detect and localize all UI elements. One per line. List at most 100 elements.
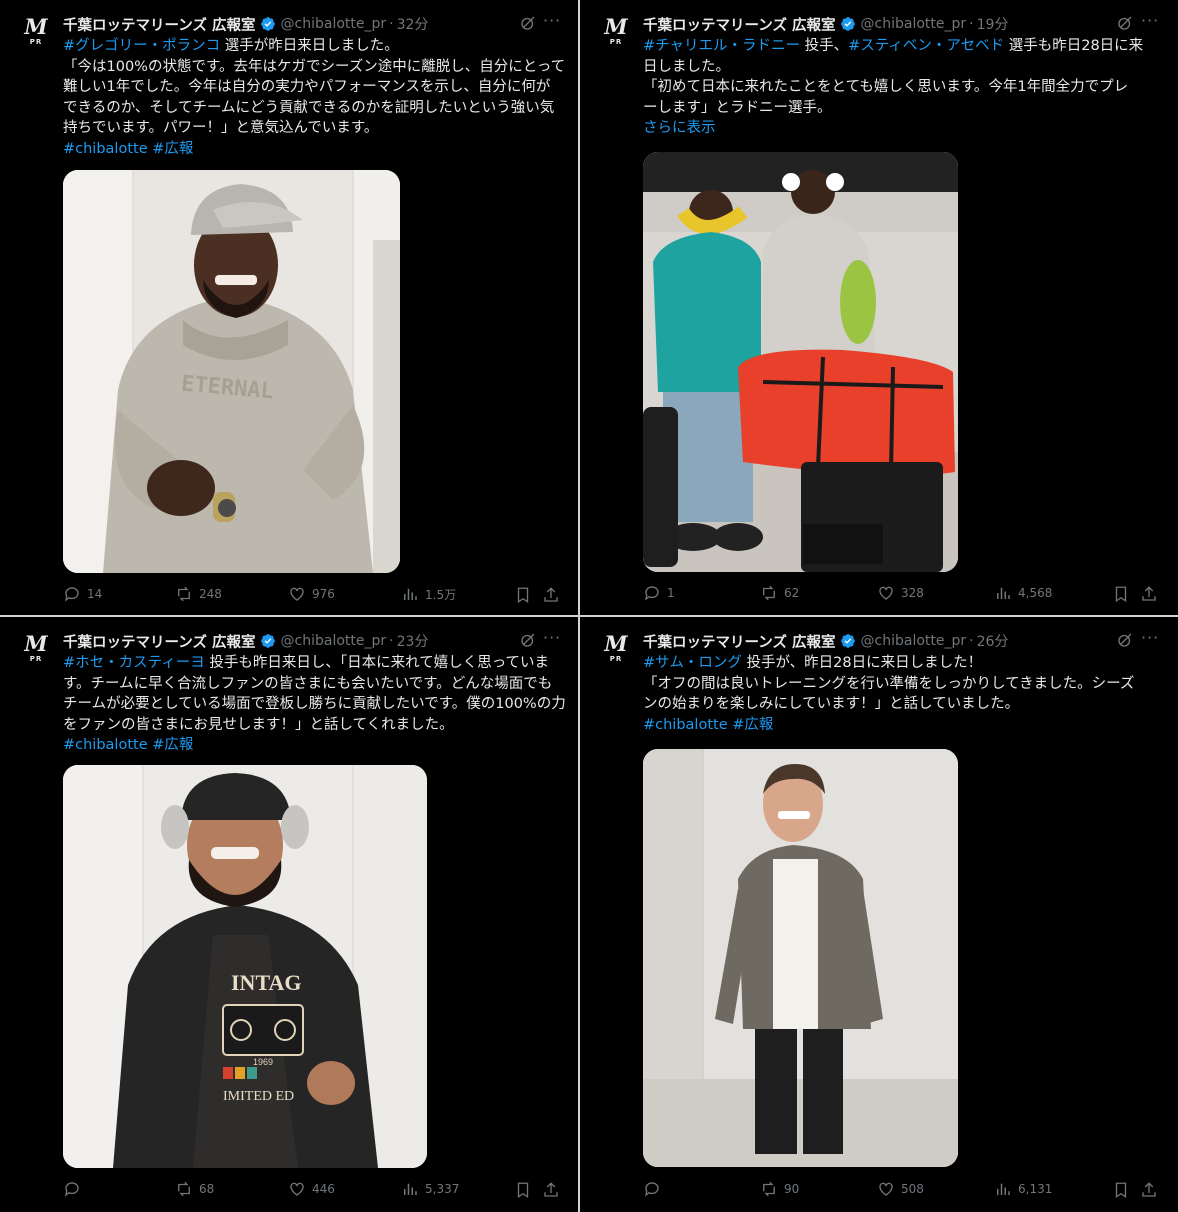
grok-icon[interactable]	[519, 631, 537, 649]
avatar-logo-sub: PR	[29, 38, 43, 46]
reply-icon	[644, 586, 659, 601]
tweet-text-segment: 投手も昨日来日し、「日本に来れて嬉しく思っていま	[204, 655, 549, 671]
tweet-card[interactable]: M PR 千葉ロッテマリーンズ 広報室 @chibalotte_pr · 26分…	[580, 617, 1178, 1212]
share-icon[interactable]	[542, 586, 560, 604]
display-name[interactable]: 千葉ロッテマリーンズ 広報室	[63, 631, 256, 652]
share-icon[interactable]	[542, 1181, 560, 1199]
like-button[interactable]: 328	[877, 584, 924, 602]
repost-count: 62	[784, 586, 800, 600]
views-button[interactable]: 4,568	[994, 584, 1052, 602]
timestamp[interactable]: 32分	[397, 14, 429, 34]
reply-button[interactable]	[643, 1180, 667, 1198]
hashtag-link[interactable]: #chibalotte	[643, 717, 728, 733]
tweet-text-line: をファンの皆さまにお見せします！」と話してくれました。	[63, 715, 566, 736]
hashtag-link[interactable]: #広報	[732, 717, 773, 733]
bookmark-icon[interactable]	[514, 1181, 532, 1199]
bookmark-icon[interactable]	[1112, 585, 1130, 603]
reply-button[interactable]: 14	[63, 585, 102, 603]
views-button[interactable]: 6,131	[994, 1180, 1052, 1198]
tweet-text-line: 持ちでいます。パワー！」と意気込んでいます。	[63, 118, 565, 139]
tweet-card[interactable]: M PR 千葉ロッテマリーンズ 広報室 @chibalotte_pr · 32分…	[0, 0, 578, 615]
reply-button[interactable]	[63, 1180, 87, 1198]
tweet-text-segment: ーします」とラドニー選手。	[643, 99, 832, 116]
tweet-text-line: 「オフの間は良いトレーニングを行い準備をしっかりしてきました。シーズ	[643, 674, 1134, 695]
more-icon[interactable]: ···	[543, 630, 563, 650]
timestamp[interactable]: 26分	[977, 631, 1009, 651]
tweet-photo[interactable]	[643, 749, 958, 1167]
grok-icon[interactable]	[519, 14, 537, 32]
tweet-photo[interactable]	[643, 152, 958, 572]
reply-button[interactable]: 1	[643, 584, 675, 602]
hashtag-link[interactable]: #サム・ロング	[643, 655, 742, 671]
tweet-photo[interactable]: INTAG 1969 IMITED ED	[63, 765, 427, 1168]
more-icon[interactable]: ···	[543, 13, 563, 33]
tweet-header: 千葉ロッテマリーンズ 広報室 @chibalotte_pr · 23分	[63, 630, 428, 652]
avatar-logo-sub: PR	[609, 655, 623, 663]
hashtag-link[interactable]: #広報	[152, 141, 193, 157]
tweet-text-line: #グレゴリー・ポランコ 選手が昨日来日しました。	[63, 36, 565, 57]
hashtag-link[interactable]: #広報	[152, 737, 193, 753]
display-name[interactable]: 千葉ロッテマリーンズ 広報室	[643, 631, 836, 652]
like-button[interactable]: 976	[288, 585, 335, 603]
like-button[interactable]: 446	[288, 1180, 335, 1198]
share-icon[interactable]	[1140, 1181, 1158, 1199]
tweet-text-line: できるのか、そしてチームにどう貢献できるのかを証明したいという強い気	[63, 98, 565, 119]
grok-icon[interactable]	[1116, 631, 1134, 649]
tweet-text-segment: 持ちでいます。パワー！」と意気込んでいます。	[63, 120, 379, 136]
repost-button[interactable]: 248	[175, 585, 222, 603]
tweet-card[interactable]: M PR 千葉ロッテマリーンズ 広報室 @chibalotte_pr · 19分…	[580, 0, 1178, 615]
tweet-text-segment: 「オフの間は良いトレーニングを行い準備をしっかりしてきました。シーズ	[643, 675, 1135, 692]
handle[interactable]: @chibalotte_pr	[281, 633, 387, 649]
tweet-header: 千葉ロッテマリーンズ 広報室 @chibalotte_pr · 32分	[63, 13, 428, 35]
hashtag-link[interactable]: #ホセ・カスティーヨ	[63, 655, 205, 671]
timestamp[interactable]: 19分	[977, 14, 1009, 34]
tweet-text-segment: ンの始まりを楽しみにしています！」と話していました。	[643, 696, 1020, 712]
views-icon	[997, 587, 1010, 599]
repost-icon	[763, 1181, 775, 1197]
hashtag-link[interactable]: #チャリエル・ラドニー	[643, 38, 800, 54]
grok-icon[interactable]	[1116, 14, 1134, 32]
repost-button[interactable]: 90	[760, 1180, 799, 1198]
views-icon	[997, 1183, 1010, 1195]
tweet-text-segment: 選手が昨日来日しました。	[220, 38, 399, 54]
hashtag-link[interactable]: #chibalotte	[63, 737, 148, 753]
timestamp[interactable]: 23分	[397, 631, 429, 651]
hashtag-link[interactable]: #グレゴリー・ポランコ	[63, 38, 220, 54]
tweet-text-line: 「今は100%の状態です。去年はケガでシーズン途中に離脱し、自分にとって	[63, 57, 565, 78]
tweet-text-line: #チャリエル・ラドニー 投手、#スティベン・アセベド 選手も昨日28日に来	[643, 36, 1143, 57]
repost-button[interactable]: 68	[175, 1180, 214, 1198]
tweet-text: #チャリエル・ラドニー 投手、#スティベン・アセベド 選手も昨日28日に来 日しま…	[643, 36, 1143, 139]
show-more-link[interactable]: さらに表示	[643, 120, 716, 136]
avatar[interactable]: M PR	[598, 14, 634, 50]
bookmark-icon[interactable]	[514, 586, 532, 604]
tweet-text-line: チームが必要としている場面で登板し勝ちに貢献したいです。僕の100%の力	[63, 694, 566, 715]
shirt-bottom-text: IMITED ED	[223, 1089, 294, 1104]
tweet-text-line: #chibalotte #広報	[643, 715, 1134, 736]
handle[interactable]: @chibalotte_pr	[861, 16, 967, 32]
separator-dot: ·	[969, 633, 974, 649]
hashtag-link[interactable]: #chibalotte	[63, 141, 148, 157]
hashtag-link[interactable]: #スティベン・アセベド	[848, 38, 1004, 54]
like-button[interactable]: 508	[877, 1180, 924, 1198]
display-name[interactable]: 千葉ロッテマリーンズ 広報室	[63, 14, 256, 35]
heart-icon	[879, 1182, 893, 1196]
tweet-card[interactable]: M PR 千葉ロッテマリーンズ 広報室 @chibalotte_pr · 23分…	[0, 617, 578, 1212]
display-name[interactable]: 千葉ロッテマリーンズ 広報室	[643, 14, 836, 35]
tweet-text-line: #chibalotte #広報	[63, 735, 566, 756]
repost-button[interactable]: 62	[760, 584, 799, 602]
avatar[interactable]: M PR	[18, 14, 54, 50]
avatar-logo-mark: M	[24, 14, 48, 39]
bookmark-icon[interactable]	[1112, 1181, 1130, 1199]
avatar-logo-mark: M	[24, 631, 48, 656]
handle[interactable]: @chibalotte_pr	[281, 16, 387, 32]
tweet-text-line: 難しい1年でした。今年は自分の実力やパフォーマンスを示し、自分に何が	[63, 77, 565, 98]
avatar[interactable]: M PR	[598, 631, 634, 667]
more-icon[interactable]: ···	[1141, 630, 1161, 650]
avatar[interactable]: M PR	[18, 631, 54, 667]
tweet-photo[interactable]: ETERNAL	[63, 170, 400, 573]
views-button[interactable]: 5,337	[401, 1180, 459, 1198]
share-icon[interactable]	[1140, 585, 1158, 603]
views-button[interactable]: 1.5万	[401, 585, 456, 603]
handle[interactable]: @chibalotte_pr	[861, 633, 967, 649]
more-icon[interactable]: ···	[1141, 13, 1161, 33]
